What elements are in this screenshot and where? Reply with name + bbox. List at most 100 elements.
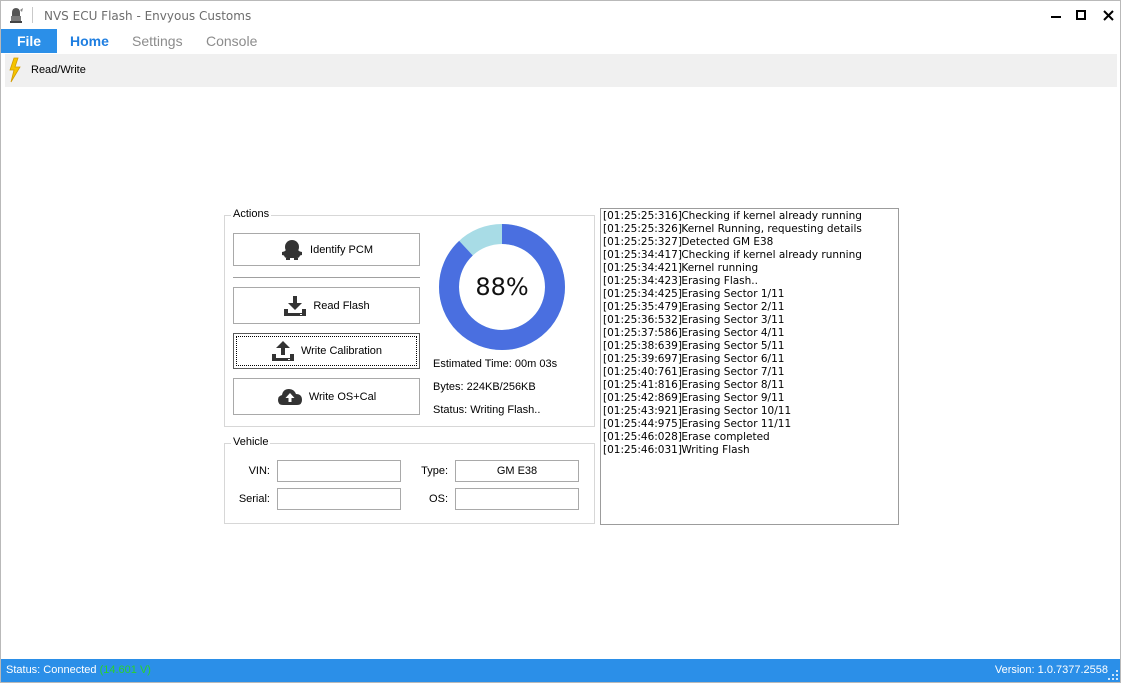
log-line: [01:25:41:816] Erasing Sector 8/11 [603,379,896,392]
log-message: Erasing Sector 4/11 [681,327,785,339]
log-line: [01:25:25:316] Checking if kernel alread… [603,210,896,223]
log-timestamp: [01:25:41:816] [603,379,682,391]
type-label: Type: [421,465,448,477]
flash-status: Status: Writing Flash.. [433,404,541,416]
app-window: NVS ECU Flash - Envyous Customs File Hom… [0,0,1121,683]
os-field[interactable] [455,488,579,510]
log-line: [01:25:25:326] Kernel Running, requestin… [603,223,896,236]
log-timestamp: [01:25:34:423] [603,275,682,287]
log-message: Writing Flash [681,444,750,456]
log-line: [01:25:39:697] Erasing Sector 6/11 [603,353,896,366]
log-message: Kernel Running, requesting details [681,223,862,235]
log-line: [01:25:46:028] Erase completed [603,431,896,444]
log-timestamp: [01:25:34:421] [603,262,682,274]
vehicle-group: Vehicle VIN: Serial: Type: GM E38 OS: [224,436,595,524]
log-timestamp: [01:25:40:761] [603,366,682,378]
file-menu-button[interactable]: File [1,29,57,53]
title-bar: NVS ECU Flash - Envyous Customs [1,1,1120,30]
log-message: Erasing Flash.. [681,275,758,287]
actions-group-title: Actions [231,208,272,220]
log-message: Checking if kernel already running [681,210,862,222]
status-bar: Status: Connected (14.601 V) Version: 1.… [1,659,1120,682]
log-message: Erasing Sector 2/11 [681,301,785,313]
log-line: [01:25:34:425] Erasing Sector 1/11 [603,288,896,301]
estimated-time: Estimated Time: 00m 03s [433,358,558,370]
cloud-upload-icon [277,388,302,405]
log-timestamp: [01:25:34:425] [603,288,682,300]
progress-percent: 88% [475,273,529,301]
minimize-button[interactable] [1045,5,1067,25]
log-message: Checking if kernel already running [681,249,862,261]
vehicle-group-title: Vehicle [231,436,271,448]
log-line: [01:25:35:479] Erasing Sector 2/11 [603,301,896,314]
actions-group: Actions Identify PCM Read Flash Write Ca… [224,208,595,427]
log-timestamp: [01:25:43:921] [603,405,682,417]
actions-separator [233,277,420,278]
read-write-button[interactable]: Read/Write [7,56,86,84]
log-message: Erasing Sector 6/11 [681,353,785,365]
maximize-button[interactable] [1070,5,1092,25]
status-text: Status: Connected [6,664,97,676]
log-timestamp: [01:25:25:327] [603,236,682,248]
identify-pcm-button[interactable]: Identify PCM [233,233,420,266]
voltage-readout: (14.601 V) [99,664,151,676]
type-field[interactable]: GM E38 [455,460,579,482]
log-timestamp: [01:25:35:479] [603,301,682,313]
log-output[interactable]: [01:25:25:316] Checking if kernel alread… [600,208,899,525]
log-timestamp: [01:25:46:031] [603,444,682,456]
chip-person-icon [282,239,303,260]
log-timestamp: [01:25:38:639] [603,340,682,352]
log-message: Detected GM E38 [681,236,774,248]
download-icon [284,295,307,316]
log-message: Erase completed [681,431,770,443]
read-flash-button[interactable]: Read Flash [233,287,420,324]
resize-grip-icon[interactable] [1108,670,1118,680]
serial-label: Serial: [238,493,270,505]
app-logo-icon [10,8,23,23]
close-button[interactable] [1097,5,1119,25]
log-message: Erasing Sector 3/11 [681,314,785,326]
log-line: [01:25:43:921] Erasing Sector 10/11 [603,405,896,418]
log-timestamp: [01:25:46:028] [603,431,682,443]
log-message: Erasing Sector 8/11 [681,379,785,391]
log-line: [01:25:34:417] Checking if kernel alread… [603,249,896,262]
identify-pcm-label: Identify PCM [310,243,373,256]
lightning-bolt-icon [9,57,21,83]
log-message: Erasing Sector 5/11 [681,340,785,352]
log-line: [01:25:34:421] Kernel running [603,262,896,275]
log-message: Erasing Sector 10/11 [681,405,792,417]
log-line: [01:25:34:423] Erasing Flash.. [603,275,896,288]
log-line: [01:25:36:532] Erasing Sector 3/11 [603,314,896,327]
write-calibration-label: Write Calibration [300,345,383,357]
log-message: Erasing Sector 1/11 [681,288,785,300]
log-timestamp: [01:25:25:316] [603,210,682,222]
log-timestamp: [01:25:44:975] [603,418,682,430]
log-timestamp: [01:25:39:697] [603,353,682,365]
upload-icon [271,341,294,361]
ribbon-tab-bar: File Home Settings Console [1,29,1120,53]
log-line: [01:25:40:761] Erasing Sector 7/11 [603,366,896,379]
log-line: [01:25:46:031] Writing Flash [603,444,896,457]
tab-console[interactable]: Console [206,33,257,49]
window-title: NVS ECU Flash - Envyous Customs [44,9,252,23]
log-line: [01:25:38:639] Erasing Sector 5/11 [603,340,896,353]
tab-settings[interactable]: Settings [132,33,183,49]
log-line: [01:25:37:586] Erasing Sector 4/11 [603,327,896,340]
log-message: Erasing Sector 11/11 [681,418,792,430]
title-separator [32,7,33,23]
log-line: [01:25:25:327] Detected GM E38 [603,236,896,249]
log-line: [01:25:42:869] Erasing Sector 9/11 [603,392,896,405]
tab-home[interactable]: Home [70,33,109,49]
write-calibration-button[interactable]: Write Calibration [233,333,420,369]
read-write-label: Read/Write [31,64,86,76]
read-flash-label: Read Flash [313,299,370,312]
serial-field[interactable] [277,488,401,510]
minimize-icon [1051,16,1061,18]
close-icon [1102,9,1114,21]
log-timestamp: [01:25:25:326] [603,223,682,235]
write-os-cal-label: Write OS+Cal [308,390,377,403]
write-os-cal-button[interactable]: Write OS+Cal [233,378,420,415]
ribbon-toolbar: Read/Write [5,54,1117,87]
vin-field[interactable] [277,460,401,482]
connection-status: Status: Connected (14.601 V) [6,664,151,676]
